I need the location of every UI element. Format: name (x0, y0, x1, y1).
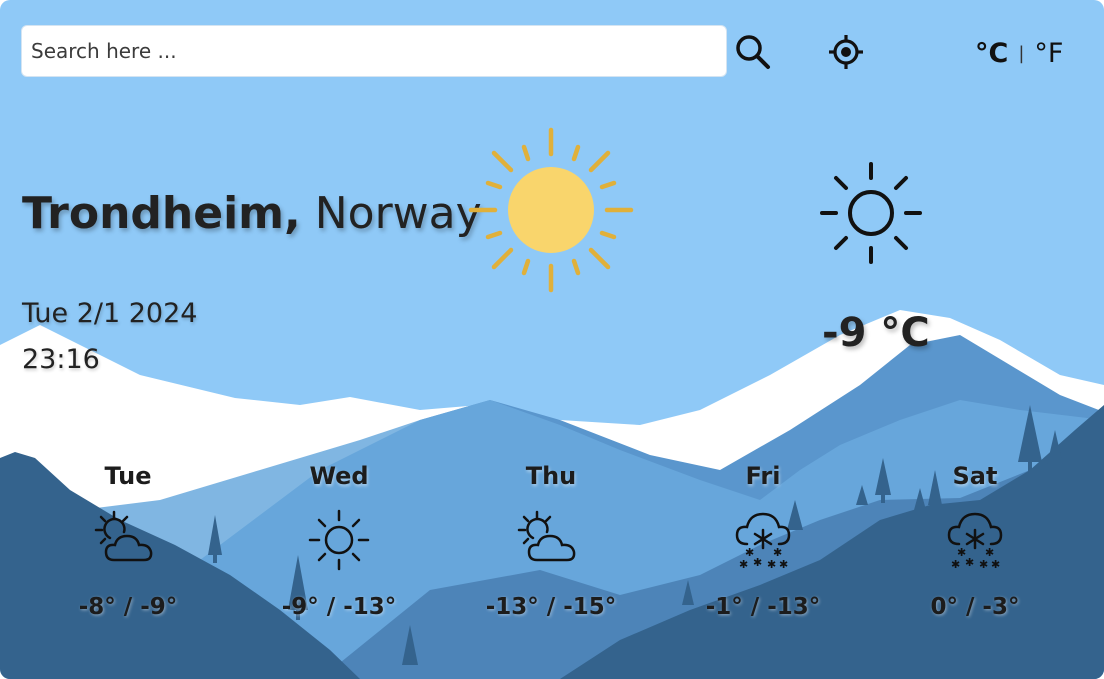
svg-text:✱: ✱ (991, 558, 1000, 571)
search-icon[interactable] (734, 33, 772, 71)
forecast-temp-range: -9° / -13° (281, 594, 397, 620)
forecast-temp-range: -1° / -13° (705, 594, 821, 620)
forecast-day-name: Wed (309, 462, 369, 490)
forecast-day: Thu -13° / -15° (445, 458, 657, 620)
svg-text:✱: ✱ (739, 558, 748, 571)
unit-separator: | (1018, 42, 1025, 64)
forecast-day: Fri ✱ ✱ ✱ ✱ ✱ ✱ -1° / -13° (657, 458, 869, 620)
sun-icon (820, 162, 922, 264)
forecast-day: Sat ✱ ✱ ✱ ✱ ✱ ✱ 0° / -3° (869, 458, 1081, 620)
celsius-toggle[interactable]: °C (975, 38, 1008, 69)
forecast-day: Wed -9° / -13° (233, 458, 445, 620)
forecast-day-name: Sat (952, 462, 998, 490)
svg-text:✱: ✱ (951, 558, 960, 571)
forecast-day-name: Tue (104, 462, 152, 490)
partly-cloudy-icon (94, 510, 153, 562)
svg-text:✱: ✱ (965, 556, 974, 569)
forecast-day-name: Fri (745, 462, 781, 490)
svg-text:✱: ✱ (779, 558, 788, 571)
city-name: Trondheim, (22, 188, 301, 239)
current-date: Tue 2/1 2024 (22, 298, 198, 329)
forecast-strip: Tue -8° / -9° Wed -9° / -13° Thu -13° / … (0, 458, 1104, 638)
snow-icon: ✱ ✱ ✱ ✱ ✱ ✱ (947, 512, 1003, 571)
svg-text:✱: ✱ (753, 556, 762, 569)
snow-icon: ✱ ✱ ✱ ✱ ✱ ✱ (735, 512, 791, 571)
weather-app: °C | °F Trondheim, Norway Tue 2/1 2024 2… (0, 0, 1104, 679)
forecast-temp-range: 0° / -3° (930, 594, 1020, 620)
svg-text:✱: ✱ (979, 558, 988, 571)
forecast-temp-range: -13° / -15° (485, 594, 617, 620)
forecast-day: Tue -8° / -9° (22, 458, 234, 620)
search-box (21, 25, 727, 77)
forecast-day-name: Thu (525, 462, 577, 490)
fahrenheit-toggle[interactable]: °F (1034, 38, 1063, 69)
svg-text:✱: ✱ (767, 558, 776, 571)
location-crosshair-icon[interactable] (828, 34, 864, 70)
current-time: 23:16 (22, 344, 100, 375)
sun-icon (308, 509, 370, 571)
location-title: Trondheim, Norway (22, 188, 482, 239)
sun-illustration-icon (468, 127, 634, 293)
search-input[interactable] (22, 26, 726, 76)
current-temperature: -9 °C (822, 310, 930, 356)
country-name: Norway (314, 188, 482, 239)
partly-cloudy-icon (517, 510, 576, 562)
forecast-temp-range: -8° / -9° (78, 594, 178, 620)
unit-toggle: °C | °F (975, 36, 1063, 70)
